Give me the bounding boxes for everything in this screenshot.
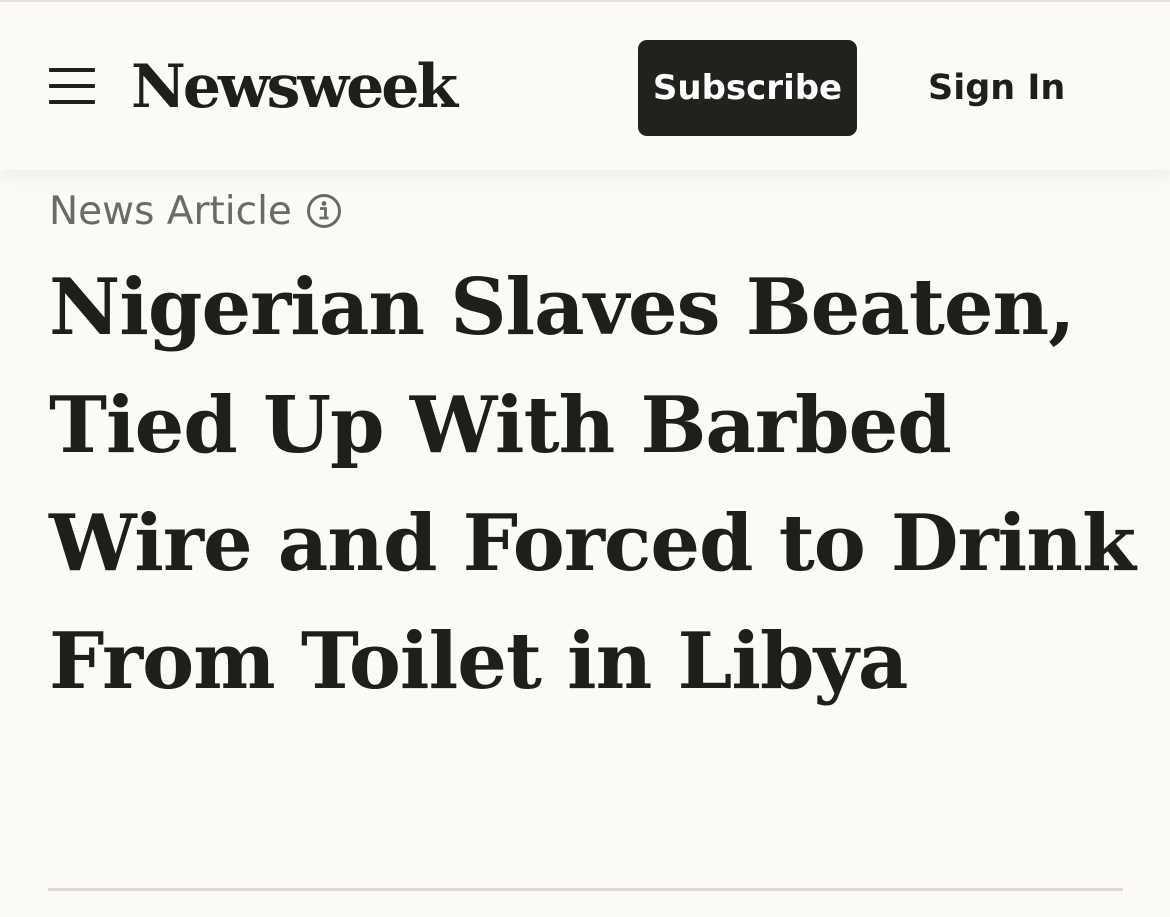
subscribe-button[interactable]: Subscribe — [638, 40, 857, 136]
menu-bar — [49, 84, 95, 88]
article-headline: Nigerian Slaves Beaten, Tied Up With Bar… — [49, 262, 1136, 707]
article-type-text: News Article — [49, 188, 292, 234]
article-type-label: News Article — [49, 186, 342, 236]
hamburger-menu-icon[interactable] — [49, 68, 95, 106]
menu-bar — [49, 68, 95, 72]
sign-in-link[interactable]: Sign In — [928, 62, 1065, 114]
site-header: Newsweek Subscribe Sign In — [0, 2, 1170, 170]
brand-logo[interactable]: Newsweek — [131, 49, 458, 125]
menu-bar — [49, 100, 95, 104]
info-circle-icon[interactable] — [306, 193, 342, 229]
section-divider — [48, 888, 1123, 891]
